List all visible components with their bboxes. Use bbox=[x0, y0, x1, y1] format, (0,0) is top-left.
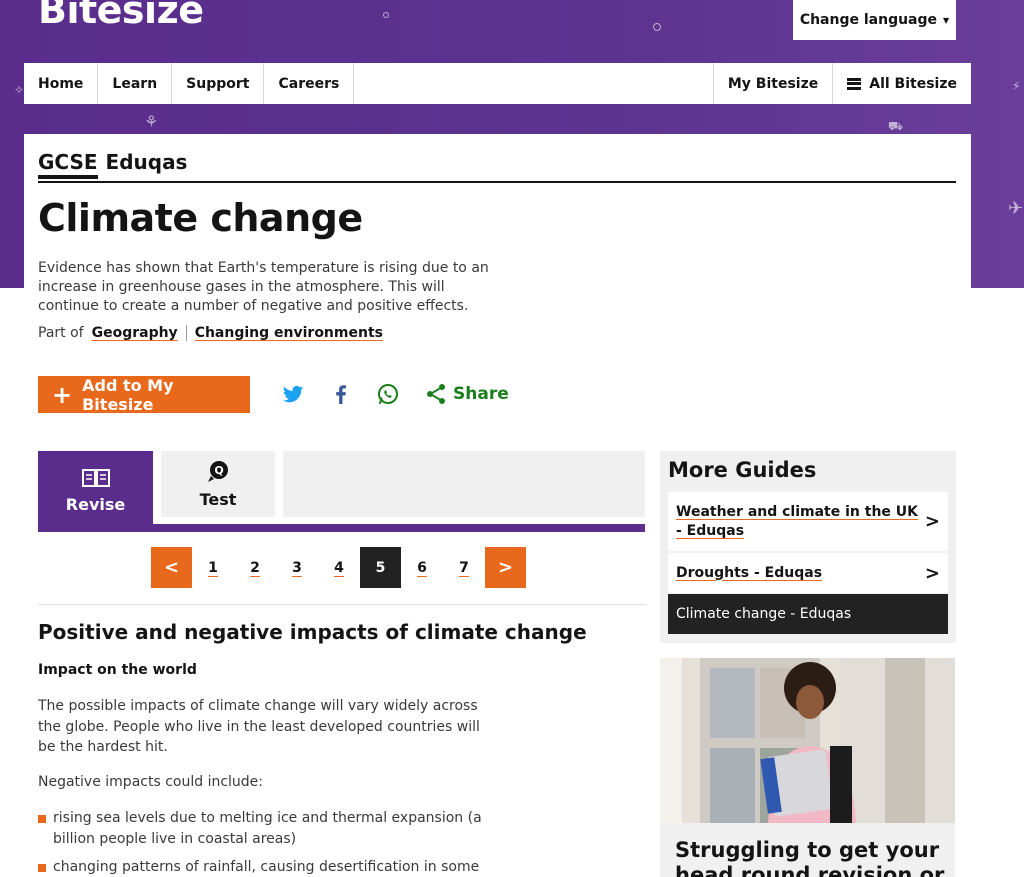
bitesize-logo[interactable]: Bitesize bbox=[38, 0, 204, 32]
promo-title[interactable]: Struggling to get your head round revisi… bbox=[675, 838, 945, 877]
nav-my-bitesize[interactable]: My Bitesize bbox=[712, 63, 832, 104]
nav-all-bitesize-label: All Bitesize bbox=[869, 75, 957, 92]
more-guide-label: Climate change - Eduqas bbox=[676, 605, 852, 622]
breadcrumb: GCSE Eduqas bbox=[38, 150, 187, 179]
add-to-my-bitesize-button[interactable]: + Add to My Bitesize bbox=[38, 375, 250, 414]
caret-down-icon: ▼ bbox=[943, 15, 950, 25]
more-guide-weather-climate-uk[interactable]: Weather and climate in the UK - Eduqas > bbox=[668, 492, 948, 551]
list-item: rising sea levels due to melting ice and… bbox=[38, 808, 488, 849]
more-guide-climate-change-current[interactable]: Climate change - Eduqas bbox=[668, 594, 948, 634]
tab-bar-filler bbox=[283, 451, 645, 517]
change-language-label: Change language bbox=[799, 12, 938, 28]
whatsapp-icon[interactable] bbox=[376, 382, 400, 406]
promo-image[interactable] bbox=[660, 658, 955, 823]
change-language-button[interactable]: Change language ▼ bbox=[793, 0, 956, 40]
page-link-3[interactable]: 3 bbox=[276, 547, 318, 588]
twitter-icon[interactable] bbox=[281, 382, 305, 406]
share-icon[interactable] bbox=[424, 382, 448, 406]
next-page-button[interactable]: > bbox=[485, 547, 526, 588]
part-of-link-changing-environments[interactable]: Changing environments bbox=[195, 325, 383, 341]
breadcrumb-board[interactable]: Eduqas bbox=[106, 150, 188, 179]
part-of-label: Part of bbox=[38, 325, 84, 341]
page-background bbox=[971, 288, 1024, 877]
tab-test-label: Test bbox=[199, 489, 237, 509]
tab-test[interactable]: Q Test bbox=[161, 451, 275, 517]
more-guide-label: Weather and climate in the UK - Eduqas bbox=[676, 503, 919, 539]
tab-bar-underline bbox=[38, 524, 645, 532]
bullet-square-icon bbox=[38, 815, 46, 823]
article-heading: Positive and negative impacts of climate… bbox=[38, 620, 587, 644]
nav-home[interactable]: Home bbox=[24, 63, 99, 104]
decor-dot bbox=[383, 12, 389, 18]
more-guides-title: More Guides bbox=[668, 458, 817, 482]
more-guide-label: Droughts - Eduqas bbox=[676, 564, 823, 581]
page-link-4[interactable]: 4 bbox=[318, 547, 360, 588]
menu-icon bbox=[847, 77, 862, 90]
main-navigation: Home Learn Support Careers My Bitesize A… bbox=[24, 63, 971, 104]
part-of: Part of Geography Changing environments bbox=[38, 325, 383, 341]
student-photo bbox=[660, 658, 955, 823]
plane-doodle-icon: ✈ bbox=[1008, 198, 1024, 219]
nav-learn[interactable]: Learn bbox=[98, 63, 173, 104]
quiz-icon: Q bbox=[208, 460, 228, 482]
add-to-my-bitesize-label: Add to My Bitesize bbox=[82, 375, 174, 414]
book-icon bbox=[81, 469, 110, 487]
page-link-2[interactable]: 2 bbox=[234, 547, 276, 588]
section-divider bbox=[38, 604, 645, 605]
pagination: < 1 2 3 4 5 6 7 > bbox=[151, 547, 526, 588]
chevron-right-icon: > bbox=[924, 562, 940, 584]
plus-icon: + bbox=[52, 380, 73, 409]
breadcrumb-divider bbox=[38, 181, 956, 183]
page-link-6[interactable]: 6 bbox=[401, 547, 443, 588]
page-link-7[interactable]: 7 bbox=[443, 547, 485, 588]
page-link-1[interactable]: 1 bbox=[192, 547, 234, 588]
part-of-link-geography[interactable]: Geography bbox=[92, 325, 178, 341]
tab-revise[interactable]: Revise bbox=[38, 451, 153, 532]
list-item-text: rising sea levels due to melting ice and… bbox=[53, 810, 482, 847]
article-paragraph: The possible impacts of climate change w… bbox=[38, 698, 480, 755]
leaf-doodle-icon: ✧ bbox=[14, 83, 25, 97]
page-title: Climate change bbox=[38, 196, 363, 240]
bolt-doodle-icon: ⚡ bbox=[1012, 79, 1021, 93]
chevron-right-icon: > bbox=[924, 511, 940, 532]
bullet-square-icon bbox=[38, 864, 46, 872]
decor-dot bbox=[653, 23, 661, 31]
list-item-text: changing patterns of rainfall, causing d… bbox=[53, 859, 480, 875]
facebook-icon[interactable] bbox=[329, 382, 353, 406]
svg-text:Q: Q bbox=[214, 464, 223, 477]
page-link-5-current[interactable]: 5 bbox=[360, 547, 401, 588]
page-intro: Evidence has shown that Earth's temperat… bbox=[38, 260, 489, 314]
nav-careers[interactable]: Careers bbox=[264, 63, 355, 104]
breadcrumb-level[interactable]: GCSE bbox=[38, 150, 98, 179]
tab-revise-label: Revise bbox=[65, 495, 126, 514]
previous-page-button[interactable]: < bbox=[151, 547, 192, 588]
nav-support[interactable]: Support bbox=[172, 63, 265, 104]
share-label[interactable]: Share bbox=[453, 384, 509, 404]
article-subheading: Impact on the world bbox=[38, 662, 197, 678]
more-guide-droughts[interactable]: Droughts - Eduqas > bbox=[668, 553, 948, 593]
nav-all-bitesize[interactable]: All Bitesize bbox=[832, 63, 971, 104]
tractor-doodle-icon: ⛟ bbox=[888, 119, 904, 133]
plant-doodle-icon: ⚘ bbox=[144, 112, 159, 131]
part-of-separator bbox=[185, 325, 187, 341]
list-item: changing patterns of rainfall, causing d… bbox=[38, 857, 488, 877]
article-paragraph: Negative impacts could include: bbox=[38, 774, 264, 790]
